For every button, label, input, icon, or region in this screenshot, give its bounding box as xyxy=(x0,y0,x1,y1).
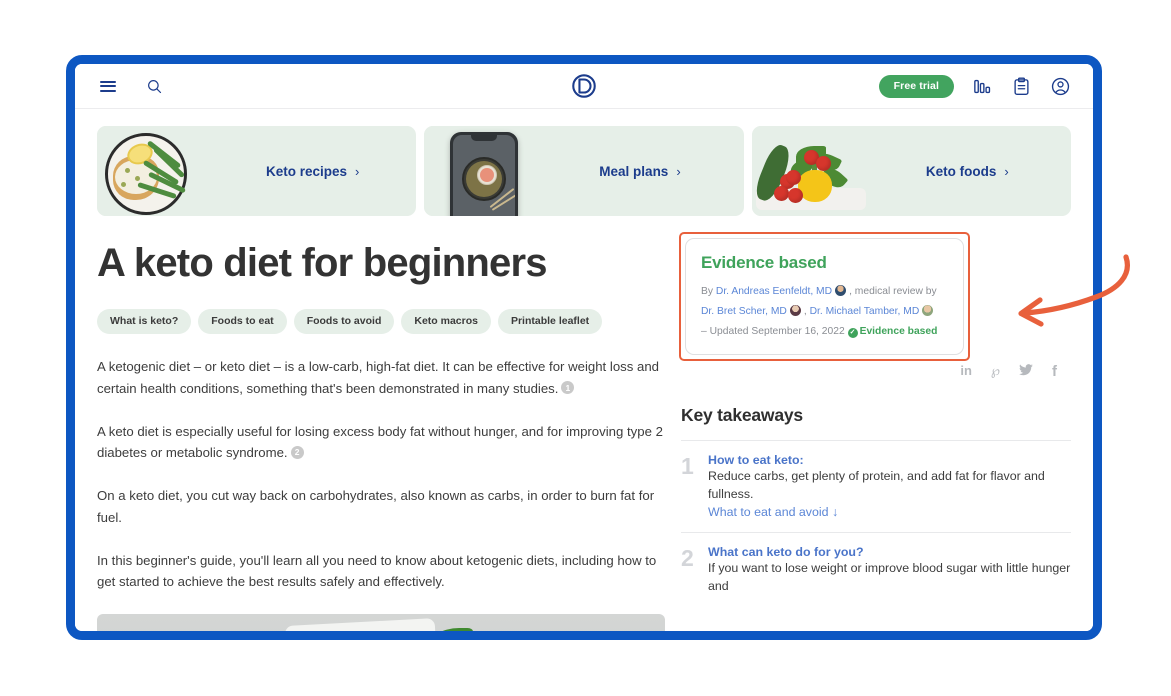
article-layout: A keto diet for beginners What is keto? … xyxy=(97,216,1071,631)
key-takeaway-item: 1 How to eat keto: Reduce carbs, get ple… xyxy=(681,440,1071,532)
pinterest-icon[interactable]: ℘ xyxy=(991,364,1000,379)
paragraph-text: A ketogenic diet – or keto diet – is a l… xyxy=(97,359,660,396)
takeaway-number: 1 xyxy=(681,453,694,479)
evidence-based-card: Evidence based By Dr. Andreas Eenfeldt, … xyxy=(685,238,964,356)
facebook-icon[interactable]: f xyxy=(1052,364,1057,379)
chevron-right-icon: › xyxy=(676,163,681,179)
free-trial-button[interactable]: Free trial xyxy=(878,74,954,98)
nav-card-label: Meal plans xyxy=(599,163,669,179)
nav-card-label: Keto recipes xyxy=(265,163,348,179)
paragraph-text: A keto diet is especially useful for los… xyxy=(97,423,663,461)
evidence-based-heading: Evidence based xyxy=(701,253,827,272)
takeaway-heading: How to eat keto: xyxy=(708,453,804,467)
clipboard-icon[interactable] xyxy=(1010,75,1032,97)
user-account-icon[interactable] xyxy=(1049,75,1071,97)
chevron-right-icon: › xyxy=(1004,163,1009,179)
article-paragraph: On a keto diet, you cut way back on carb… xyxy=(97,485,665,529)
article-paragraph: A keto diet is especially useful for los… xyxy=(97,421,665,465)
takeaway-heading: What can keto do for you? xyxy=(708,545,864,560)
tag-pill-foods-to-eat[interactable]: Foods to eat xyxy=(198,309,287,334)
diet-doctor-logo[interactable] xyxy=(571,73,597,99)
screenshot-stage: Free trial Keto recipes › Meal plans › K… xyxy=(0,0,1171,696)
takeaway-text: If you want to lose weight or improve bl… xyxy=(708,561,1071,593)
reviewer-avatar-2 xyxy=(921,303,935,317)
keto-vegetables-photo xyxy=(751,126,872,216)
bar-chart-icon[interactable] xyxy=(971,75,993,97)
nav-card-keto-recipes[interactable]: Keto recipes › xyxy=(97,126,417,216)
linkedin-icon[interactable]: in xyxy=(960,364,972,379)
article-sidebar: Evidence based By Dr. Andreas Eenfeldt, … xyxy=(679,232,1071,631)
takeaway-link[interactable]: What to eat and avoid ↓ xyxy=(708,505,838,519)
reviewer-link-1[interactable]: Dr. Bret Scher, MD xyxy=(701,306,787,317)
page-title: A keto diet for beginners xyxy=(97,241,548,285)
nav-card-label: Keto foods xyxy=(925,163,997,179)
author-avatar xyxy=(834,284,848,297)
reviewer-avatar-1 xyxy=(788,303,802,317)
article-main-column: A keto diet for beginners What is keto? … xyxy=(97,242,665,631)
byline-prefix: By xyxy=(701,286,716,297)
evidence-based-badge[interactable]: ✓ Evidence based xyxy=(847,325,938,338)
page-scroll-area[interactable]: Free trial Keto recipes › Meal plans › K… xyxy=(75,64,1093,631)
takeaway-number: 2 xyxy=(681,545,694,572)
article-byline: By Dr. Andreas Eenfeldt, MD , medical rev… xyxy=(701,282,948,341)
category-cards: Keto recipes › Meal plans › Keto foods › xyxy=(97,126,1071,216)
author-link[interactable]: Dr. Andreas Eenfeldt, MD xyxy=(716,286,832,297)
updated-date: – Updated September 16, 2022 xyxy=(701,325,845,337)
keto-fish-plate-photo xyxy=(97,126,217,216)
tag-pill-keto-macros[interactable]: Keto macros xyxy=(401,309,491,334)
article-hero-food-photo xyxy=(97,614,665,631)
nav-card-meal-plans[interactable]: Meal plans › xyxy=(424,126,744,216)
evidence-based-highlight-box: Evidence based By Dr. Andreas Eenfeldt, … xyxy=(679,232,970,362)
tag-pill-printable-leaflet[interactable]: Printable leaflet xyxy=(497,309,603,334)
tag-pill-what-is-keto[interactable]: What is keto? xyxy=(97,309,192,334)
browser-frame: Free trial Keto recipes › Meal plans › K… xyxy=(66,55,1102,640)
chevron-right-icon: › xyxy=(355,163,360,179)
search-icon[interactable] xyxy=(143,75,165,97)
reviewer-link-2[interactable]: Dr. Michael Tamber, MD xyxy=(810,306,920,317)
paragraph-text: On a keto diet, you cut way back on carb… xyxy=(97,488,655,525)
key-takeaways-title: Key takeaways xyxy=(681,405,803,425)
site-header: Free trial xyxy=(75,64,1093,109)
check-icon: ✓ xyxy=(847,327,858,338)
article-paragraph: A ketogenic diet – or keto diet – is a l… xyxy=(97,356,665,400)
byline-review-text: , medical review by xyxy=(849,286,937,297)
key-takeaway-item: 2 What can keto do for you? If you want … xyxy=(681,532,1071,606)
reference-badge[interactable]: 1 xyxy=(561,381,575,395)
twitter-icon[interactable] xyxy=(1019,364,1033,379)
page-content: Keto recipes › Meal plans › Keto foods ›… xyxy=(75,109,1093,631)
takeaway-text: Reduce carbs, get plenty of protein, and… xyxy=(708,469,1045,501)
tag-pill-foods-to-avoid[interactable]: Foods to avoid xyxy=(293,309,395,334)
reference-badge[interactable]: 2 xyxy=(290,445,304,459)
evidence-based-badge-label: Evidence based xyxy=(859,325,938,337)
article-paragraph: In this beginner's guide, you'll learn a… xyxy=(97,550,665,594)
article-tag-pills: What is keto? Foods to eat Foods to avoi… xyxy=(97,309,665,334)
paragraph-text: In this beginner's guide, you'll learn a… xyxy=(97,552,657,590)
meal-plan-phone-photo xyxy=(424,126,545,216)
hamburger-menu-icon[interactable] xyxy=(97,75,119,97)
nav-card-keto-foods[interactable]: Keto foods › xyxy=(751,126,1071,216)
